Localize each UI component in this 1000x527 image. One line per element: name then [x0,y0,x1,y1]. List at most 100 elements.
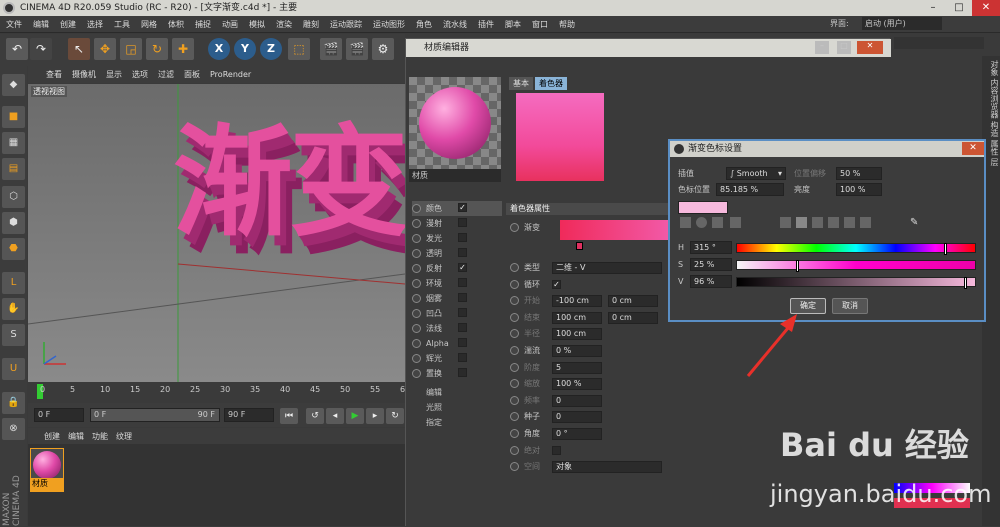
axis-mode-icon[interactable]: L [2,272,25,294]
pos-field[interactable]: 85.185 % [716,183,784,196]
menu-item-11[interactable]: 雕刻 [303,19,319,30]
menu-item-4[interactable]: 工具 [114,19,130,30]
h-field[interactable]: 315 ° [690,241,732,254]
texture-mode-icon[interactable]: ▦ [2,132,25,154]
menu-item-1[interactable]: 编辑 [33,19,49,30]
channel-row-3[interactable]: 透明 [412,246,502,261]
value-slider[interactable] [736,277,976,289]
channel-row-6[interactable]: 烟雾 [412,291,502,306]
frame-range-slider[interactable]: 0 F 90 F [90,408,220,422]
menu-item-17[interactable]: 脚本 [505,19,521,30]
next-key-icon[interactable]: ↻ [386,408,404,424]
material-menu-item-3[interactable]: 纹理 [116,431,132,442]
z-axis-button[interactable]: Z [260,38,282,60]
minimize-icon[interactable]: – [920,0,946,16]
spectrum-icon[interactable] [696,217,707,228]
channel-checkbox[interactable] [458,338,467,347]
gradient-anim-dot-icon[interactable] [510,223,519,232]
channel-checkbox[interactable] [458,368,467,377]
cancel-button[interactable]: 取消 [832,298,868,314]
menu-item-0[interactable]: 文件 [6,19,22,30]
move-icon[interactable]: ✥ [94,38,116,60]
channel-row-9[interactable]: Alpha [412,336,502,351]
channel-row-2[interactable]: 发光 [412,231,502,246]
render-picture-viewer-icon[interactable]: 🎬 [346,38,368,60]
prop-anim-dot-icon[interactable] [510,296,519,306]
play-icon[interactable]: ▶ [346,408,364,424]
editor-close-icon[interactable]: ✕ [857,41,883,54]
color-swatch[interactable] [678,201,728,214]
start-frame-field[interactable]: 0 F [34,408,84,422]
channel-checkbox[interactable] [458,323,467,332]
channel-row-4[interactable]: 反射 ✓ [412,261,502,276]
channel-checkbox[interactable] [458,353,467,362]
snap-icon[interactable]: S [2,324,25,346]
channel-row-10[interactable]: 辉光 [412,351,502,366]
menu-item-3[interactable]: 选择 [87,19,103,30]
prop-field-end-2[interactable]: 0 cm [608,311,658,324]
eyedropper-icon[interactable]: ✎ [910,217,918,228]
editor-extra-1[interactable]: 光照 [426,400,516,415]
viewport-menu-item-4[interactable]: 过滤 [158,69,174,80]
undo-icon[interactable]: ↶ [6,38,28,60]
magnet-icon[interactable]: U [2,358,25,380]
viewport-menu-item-2[interactable]: 显示 [106,69,122,80]
edges-mode-icon[interactable]: ⬢ [2,212,25,234]
viewport-menu-item-5[interactable]: 面板 [184,69,200,80]
model-mode-icon[interactable]: ◆ [2,74,25,96]
menu-item-15[interactable]: 流水线 [443,19,467,30]
channel-row-1[interactable]: 漫射 [412,216,502,231]
scale-icon[interactable]: ◲ [120,38,142,60]
prev-key-icon[interactable]: ↺ [306,408,324,424]
kelvin-mode-icon[interactable] [812,217,823,228]
channel-checkbox[interactable] [458,293,467,302]
prop-field-type[interactable]: 二维 - V [552,262,662,274]
render-view-icon[interactable]: 🎬 [320,38,342,60]
menu-item-9[interactable]: 模拟 [249,19,265,30]
editor-maximize-icon[interactable]: □ [837,41,851,54]
perspective-viewport[interactable]: 透视视图 渐变 [28,84,405,382]
prop-field-start-2[interactable]: 0 cm [608,295,658,308]
menu-item-19[interactable]: 帮助 [559,19,575,30]
prop-field-seed[interactable]: 0 [552,411,602,424]
menu-item-8[interactable]: 动画 [222,19,238,30]
hue-knob[interactable] [943,243,947,255]
prop-anim-dot-icon[interactable] [510,312,519,322]
go-start-icon[interactable]: ⏮ [280,408,298,424]
prop-anim-dot-icon[interactable] [510,279,519,289]
gradient-knot-icon[interactable] [576,242,583,250]
menu-item-14[interactable]: 角色 [416,19,432,30]
color-wheel-icon[interactable] [680,217,691,228]
maximize-icon[interactable]: □ [946,0,972,16]
prop-anim-dot-icon[interactable] [510,395,519,405]
image-picker-icon[interactable] [730,217,741,228]
prop-anim-dot-icon[interactable] [510,362,519,372]
ok-button[interactable]: 确定 [790,298,826,314]
bright-field[interactable]: 100 % [836,183,882,196]
prop-anim-dot-icon[interactable] [510,379,519,389]
workplane-lock-icon[interactable]: ⊗ [2,418,25,440]
rotate-icon[interactable]: ↻ [146,38,168,60]
swatches-icon[interactable] [844,217,855,228]
menu-item-10[interactable]: 渲染 [276,19,292,30]
x-axis-button[interactable]: X [208,38,230,60]
prop-field-octave[interactable]: 5 [552,361,602,374]
prop-anim-dot-icon[interactable] [510,412,519,422]
menu-item-12[interactable]: 运动跟踪 [330,19,362,30]
material-name-field[interactable]: 材质 [409,169,501,182]
channel-checkbox[interactable] [458,248,467,257]
menu-item-18[interactable]: 窗口 [532,19,548,30]
layout-select[interactable]: 启动 (用户) [862,17,942,30]
end-frame-field[interactable]: 90 F [224,408,274,422]
menu-item-2[interactable]: 创建 [60,19,76,30]
material-menu-item-0[interactable]: 创建 [44,431,60,442]
add-icon[interactable]: ✚ [172,38,194,60]
viewport-menu-item-1[interactable]: 摄像机 [72,69,96,80]
prop-field-scale[interactable]: 100 % [552,378,602,391]
tweak-mode-icon[interactable]: ✋ [2,298,25,320]
prop-anim-dot-icon[interactable] [510,263,519,272]
editor-minimize-icon[interactable]: – [815,41,829,54]
menu-item-5[interactable]: 网格 [141,19,157,30]
prop-field-end[interactable]: 100 cm [552,311,602,324]
prop-field-freq[interactable]: 0 [552,394,602,407]
